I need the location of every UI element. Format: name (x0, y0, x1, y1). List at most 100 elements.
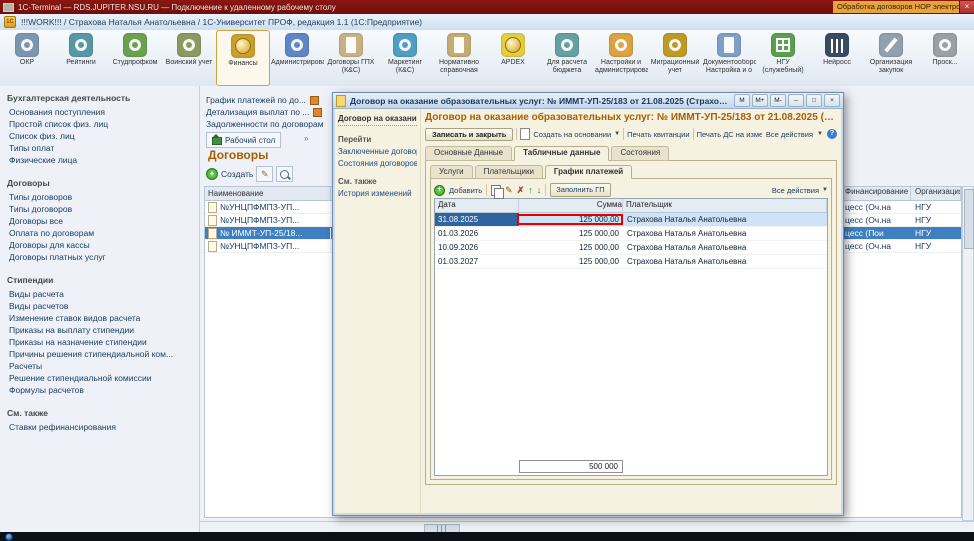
print-receipt-button[interactable]: Печать квитанции (627, 130, 689, 139)
list-command-bar: + Создать ✎ (206, 166, 293, 182)
subsystem-marketing[interactable]: Маркетинг (К&С) (378, 30, 432, 86)
subsystem-contracts-gph[interactable]: Договоры ГПХ (К&С) (324, 30, 378, 86)
vertical-scrollbar[interactable] (962, 186, 974, 521)
payment-row[interactable]: 01.03.2026 125 000,00 Страхова Наталья А… (435, 227, 827, 241)
sidebar-item[interactable]: Ставки рефинансирования (7, 421, 195, 433)
payment-row[interactable]: 10.09.2026 125 000,00 Страхова Наталья А… (435, 241, 827, 255)
sidebar-item[interactable]: Список физ. лиц (7, 130, 195, 142)
sidebar-item[interactable]: Приказы на назначение стипендии (7, 336, 195, 348)
sidebar-item[interactable]: Виды расчетов (7, 300, 195, 312)
subsystem-military[interactable]: Воинский учет (162, 30, 216, 86)
help-icon[interactable]: ? (827, 129, 837, 139)
subsystem-okr[interactable]: ОКР (0, 30, 54, 86)
vertical-scrollbar-thumb[interactable] (964, 189, 974, 249)
sidebar-item[interactable]: Договоры платных услуг (7, 251, 195, 263)
sidebar-item[interactable]: Физические лица (7, 154, 195, 166)
chevron-down-icon: ▼ (822, 187, 828, 193)
desktop-tab[interactable]: Рабочий стол (206, 132, 281, 148)
column-header-financing[interactable]: Финансирование (843, 187, 911, 200)
column-header-organization[interactable]: Организация (911, 187, 961, 200)
close-dialog-button[interactable]: × (824, 94, 840, 107)
fill-schedule-button[interactable]: Заполнить ГП (550, 183, 610, 197)
all-actions-button[interactable]: Все действия (766, 130, 813, 139)
scale-button[interactable]: М (734, 94, 750, 107)
window-list-chevron[interactable]: » (304, 134, 308, 143)
nav-item-concluded-contracts[interactable]: Заключенные договоры (338, 147, 417, 156)
subtab-payment-schedule[interactable]: График платежей (545, 165, 632, 179)
find-button[interactable] (276, 166, 293, 182)
subsystem-neuross[interactable]: Нейросс (810, 30, 864, 86)
sidebar-item[interactable]: Договоры для кассы (7, 239, 195, 251)
column-header-date[interactable]: Дата (435, 199, 519, 212)
subsystem-procurement[interactable]: Организация закупок (864, 30, 918, 86)
sidebar-item[interactable]: Типы договоров (7, 203, 195, 215)
column-header-sum[interactable]: Сумма (519, 199, 623, 212)
app-title-bar[interactable]: 1С !!!WORK!!! / Страхова Наталья Анатоль… (0, 14, 974, 31)
subsystem-ngu[interactable]: НГУ (служебный) (756, 30, 810, 86)
subsystem-settings-admin[interactable]: Настройки и администрирование (594, 30, 648, 86)
taskbar[interactable] (0, 532, 974, 541)
save-and-close-button[interactable]: Записать и закрыть (425, 128, 513, 141)
sidebar-item[interactable]: Виды расчета (7, 288, 195, 300)
move-down-icon[interactable]: ↓ (537, 186, 542, 195)
subsystem-ratings[interactable]: Рейтинги (54, 30, 108, 86)
create-button[interactable]: Создать (221, 169, 253, 179)
sidebar-item[interactable]: Простой список физ. лиц (7, 118, 195, 130)
column-header-name[interactable]: Наименование (205, 187, 331, 200)
subtab-services[interactable]: Услуги (430, 165, 473, 179)
sidebar-item[interactable]: Решение стипендиальной комиссии (7, 372, 195, 384)
remote-title-bar[interactable]: 1C-Terminal — RDS.JUPITER.NSU.RU — Подкл… (0, 0, 974, 14)
add-row-button[interactable]: Добавить (449, 186, 482, 195)
sidebar-item[interactable]: Расчеты (7, 360, 195, 372)
sidebar-item[interactable]: Оплата по договорам (7, 227, 195, 239)
start-button[interactable] (5, 533, 13, 541)
tab-tabular-data[interactable]: Табличные данные (514, 146, 609, 161)
create-based-button[interactable]: Создать на основании (533, 130, 611, 139)
subsystem-budget[interactable]: Для расчета бюджета (540, 30, 594, 86)
subsystem-administration[interactable]: Администрирование (270, 30, 324, 86)
scale-minus-button[interactable]: М- (770, 94, 786, 107)
copy-row-icon[interactable] (491, 185, 501, 196)
subsystem-reference-info[interactable]: Нормативно справочная информация (К&С) (432, 30, 486, 86)
sidebar-item[interactable]: Приказы на выплату стипендии (7, 324, 195, 336)
word-taskbar-item[interactable]: Обработка договоров НОР электронный для … (833, 1, 959, 13)
report-link-debts[interactable]: Задолженности по договорам (206, 118, 324, 130)
close-button[interactable]: × (959, 1, 974, 13)
subtab-payers[interactable]: Плательщики (475, 165, 543, 179)
nav-item-contract-states[interactable]: Состояния договоров ПО (338, 159, 417, 168)
dialog-tabs: Основные Данные Табличные данные Состоян… (425, 146, 837, 161)
sidebar-item[interactable]: Типы договоров (7, 191, 195, 203)
maximize-button[interactable]: □ (806, 94, 822, 107)
nav-item-change-history[interactable]: История изменений (338, 189, 417, 198)
payment-row[interactable]: 01.03.2027 125 000,00 Страхова Наталья А… (435, 255, 827, 269)
sidebar-item[interactable]: Изменение ставок видов расчета (7, 312, 195, 324)
sidebar-item[interactable]: Договоры все (7, 215, 195, 227)
table-all-actions-button[interactable]: Все действия (772, 186, 819, 195)
payment-row-selected[interactable]: 31.08.2025 125 000,00 Страхова Наталья А… (435, 213, 827, 227)
subsystem-student-union[interactable]: Студпрофком (108, 30, 162, 86)
sidebar-item[interactable]: Формулы расчетов (7, 384, 195, 396)
sidebar-item[interactable]: Типы оплат (7, 142, 195, 154)
edit-button[interactable]: ✎ (256, 166, 273, 182)
sidebar-section-accounting: Бухгалтерская деятельность Основания пос… (7, 93, 195, 166)
tab-main-data[interactable]: Основные Данные (425, 146, 512, 161)
subsystem-trimmed[interactable]: Проск... (918, 30, 972, 86)
minimize-button[interactable]: – (788, 94, 804, 107)
subsystem-migration[interactable]: Миграционный учет (648, 30, 702, 86)
subsystem-docflow[interactable]: Документооборот. Настройка и о сотр (702, 30, 756, 86)
report-link-payments-detail[interactable]: Детализация выплат по ... (206, 106, 322, 118)
subsystem-finances[interactable]: Финансы (216, 30, 270, 86)
dialog-toolbar: Записать и закрыть Создать на основании … (425, 125, 837, 143)
delete-row-icon[interactable]: ✗ (517, 186, 525, 195)
sidebar-item[interactable]: Основания поступления (7, 106, 195, 118)
scale-plus-button[interactable]: М+ (752, 94, 768, 107)
dialog-title-bar[interactable]: Договор на оказание образовательных услу… (333, 93, 843, 109)
sidebar-item[interactable]: Причины решения стипендиальной ком... (7, 348, 195, 360)
move-up-icon[interactable]: ↑ (528, 186, 533, 195)
horizontal-scrollbar[interactable] (200, 521, 974, 532)
subsystem-apdex[interactable]: APDEX (486, 30, 540, 86)
edit-row-icon[interactable]: ✎ (505, 186, 513, 195)
tab-states[interactable]: Состояния (611, 146, 669, 161)
column-header-payer[interactable]: Плательщик (623, 199, 827, 212)
report-link-payment-schedule[interactable]: График платежей по до... (206, 94, 319, 106)
